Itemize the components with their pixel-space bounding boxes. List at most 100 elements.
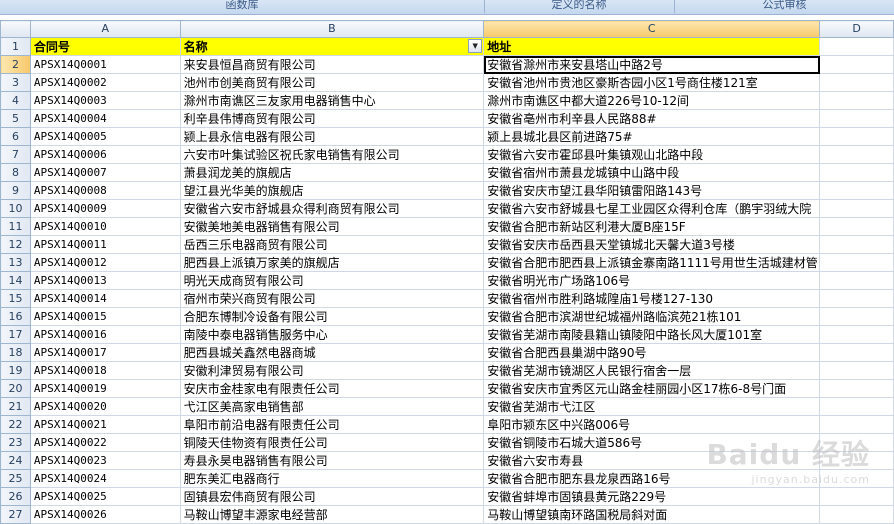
cell-contract-no[interactable]: APSX14Q0016 — [29, 325, 181, 344]
row-header[interactable]: 2 — [0, 55, 31, 74]
cell-d[interactable] — [819, 109, 894, 128]
row-header[interactable]: 20 — [0, 379, 31, 398]
cell-address[interactable]: 安徽省六安市舒城县七星工业园区众得利仓库（鹏宇羽绒大院 — [483, 199, 821, 218]
cell-d[interactable] — [819, 415, 894, 434]
cell-d[interactable] — [819, 361, 894, 380]
cell-contract-no[interactable]: APSX14Q0013 — [29, 271, 181, 290]
cell-d[interactable] — [819, 307, 894, 326]
cell-address[interactable]: 安徽省安庆市宜秀区元山路金桂丽园小区17栋6-8号门面 — [483, 379, 821, 398]
cell-contract-no[interactable]: APSX14Q0025 — [29, 487, 181, 506]
cell-contract-no[interactable]: APSX14Q0008 — [29, 181, 181, 200]
cell-contract-no[interactable]: APSX14Q0010 — [29, 217, 181, 236]
cell-contract-no[interactable]: APSX14Q0006 — [29, 145, 181, 164]
cell-name[interactable]: 铜陵天佳物资有限责任公司 — [179, 433, 485, 452]
cell-contract-no[interactable]: APSX14Q0019 — [29, 379, 181, 398]
column-header-c[interactable]: C — [483, 20, 821, 38]
cell-d[interactable] — [819, 235, 894, 254]
row-header[interactable]: 3 — [0, 73, 31, 92]
row-header[interactable]: 17 — [0, 325, 31, 344]
cell-name[interactable]: 池州市创美商贸有限公司 — [179, 73, 485, 92]
cell-address[interactable]: 安徽省芜湖市南陵县籍山镇陵阳中路长风大厦101室 — [483, 325, 821, 344]
cell-contract-no[interactable]: APSX14Q0009 — [29, 199, 181, 218]
cell-d[interactable] — [819, 73, 894, 92]
cell-address[interactable]: 安徽省合肥西县巢湖中路90号 — [483, 343, 821, 362]
cell-contract-no[interactable]: APSX14Q0007 — [29, 163, 181, 182]
cell-name[interactable]: 固镇县宏伟商贸有限公司 — [179, 487, 485, 506]
row-header[interactable]: 9 — [0, 181, 31, 200]
row-header[interactable]: 18 — [0, 343, 31, 362]
cell-name[interactable]: 萧县润龙美的旗舰店 — [179, 163, 485, 182]
cell-address[interactable]: 颍上县城北县区前进路75# — [483, 127, 821, 146]
row-header[interactable]: 16 — [0, 307, 31, 326]
cell-d[interactable] — [819, 379, 894, 398]
header-cell-address[interactable]: 地址 — [483, 37, 821, 56]
cell-contract-no[interactable]: APSX14Q0011 — [29, 235, 181, 254]
cell-contract-no[interactable]: APSX14Q0026 — [29, 505, 181, 524]
cell-name[interactable]: 望江县光华美的旗舰店 — [179, 181, 485, 200]
cell-name[interactable]: 安徽利津贸易有限公司 — [179, 361, 485, 380]
filter-dropdown-icon[interactable]: ▼ — [468, 39, 483, 53]
cell-contract-no[interactable]: APSX14Q0015 — [29, 307, 181, 326]
ribbon-group-function-library[interactable]: 函数库 — [0, 0, 485, 13]
row-header[interactable]: 13 — [0, 253, 31, 272]
cell-contract-no[interactable]: APSX14Q0012 — [29, 253, 181, 272]
row-header[interactable]: 6 — [0, 127, 31, 146]
row-header[interactable]: 27 — [0, 505, 31, 524]
cell-name[interactable]: 六安市叶集试验区祝氏家电销售有限公司 — [179, 145, 485, 164]
cell-name[interactable]: 南陵中泰电器销售服务中心 — [179, 325, 485, 344]
cell-address[interactable]: 安徽省芜湖市弋江区 — [483, 397, 821, 416]
row-header[interactable]: 19 — [0, 361, 31, 380]
header-cell-contract-no[interactable]: 合同号 — [29, 37, 181, 56]
cell-name[interactable]: 阜阳市前沿电器有限责任公司 — [179, 415, 485, 434]
column-header-b[interactable]: B — [179, 20, 485, 38]
cell-d[interactable] — [819, 343, 894, 362]
cell-contract-no[interactable]: APSX14Q0023 — [29, 451, 181, 470]
cell-address[interactable]: 安徽省蚌埠市固镇县黄元路229号 — [483, 487, 821, 506]
cell-d[interactable] — [819, 289, 894, 308]
row-header[interactable]: 24 — [0, 451, 31, 470]
cell-contract-no[interactable]: APSX14Q0020 — [29, 397, 181, 416]
cell-d[interactable] — [819, 181, 894, 200]
cell-address[interactable]: 安徽省合肥市新站区利港大厦B座15F — [483, 217, 821, 236]
cell-name[interactable]: 来安县恒昌商贸有限公司 — [179, 55, 485, 74]
cell-address[interactable]: 安徽省合肥市肥西县上派镇金寨南路1111号用世生活城建材管 — [483, 253, 821, 272]
row-header[interactable]: 11 — [0, 217, 31, 236]
cell-address[interactable]: 马鞍山博望镇南环路国税局斜对面 — [483, 505, 821, 524]
column-header-d[interactable]: D — [819, 20, 894, 38]
cell-name[interactable]: 安徽省六安市舒城县众得利商贸有限公司 — [179, 199, 485, 218]
cell-name[interactable]: 弋江区美高家电销售部 — [179, 397, 485, 416]
cell-d[interactable] — [819, 505, 894, 524]
cell-contract-no[interactable]: APSX14Q0005 — [29, 127, 181, 146]
cell-name[interactable]: 颍上县永信电器有限公司 — [179, 127, 485, 146]
cell-contract-no[interactable]: APSX14Q0024 — [29, 469, 181, 488]
cell-name[interactable]: 肥西县城关鑫然电器商城 — [179, 343, 485, 362]
cell-address[interactable]: 安徽省六安市霍邱县叶集镇观山北路中段 — [483, 145, 821, 164]
cell-contract-no[interactable]: APSX14Q0003 — [29, 91, 181, 110]
cell-name[interactable]: 合肥东博制冷设备有限公司 — [179, 307, 485, 326]
row-header[interactable]: 5 — [0, 109, 31, 128]
row-header[interactable]: 4 — [0, 91, 31, 110]
cell-d[interactable] — [819, 217, 894, 236]
active-cell-address[interactable]: 安徽省滁州市来安县塔山中路2号 — [483, 55, 821, 74]
cell-d[interactable] — [819, 271, 894, 290]
row-header[interactable]: 25 — [0, 469, 31, 488]
cell-name[interactable]: 利辛县伟博商贸有限公司 — [179, 109, 485, 128]
cell-d[interactable] — [819, 55, 894, 74]
row-header[interactable]: 8 — [0, 163, 31, 182]
ribbon-group-formula-auditing[interactable]: 公式审核 — [675, 0, 894, 13]
cell-address[interactable]: 安徽省安庆市望江县华阳镇雷阳路143号 — [483, 181, 821, 200]
cell-name[interactable]: 宿州市荣兴商贸有限公司 — [179, 289, 485, 308]
cell-address[interactable]: 安徽省明光市广场路106号 — [483, 271, 821, 290]
cell-d[interactable] — [819, 163, 894, 182]
cell-address[interactable]: 安徽省宿州市萧县龙城镇中山路中段 — [483, 163, 821, 182]
cell-contract-no[interactable]: APSX14Q0017 — [29, 343, 181, 362]
cell-d[interactable] — [819, 397, 894, 416]
cell-address[interactable]: 安徽省池州市贵池区豪斯杏园小区1号商住楼121室 — [483, 73, 821, 92]
ribbon-group-defined-names[interactable]: 定义的名称 — [484, 0, 675, 13]
cell-name[interactable]: 寿县永昊电器销售有限公司 — [179, 451, 485, 470]
cell-name[interactable]: 肥西县上派镇万家美的旗舰店 — [179, 253, 485, 272]
row-header[interactable]: 21 — [0, 397, 31, 416]
row-header[interactable]: 15 — [0, 289, 31, 308]
cell-name[interactable]: 安徽美地美电器销售有限公司 — [179, 217, 485, 236]
row-header[interactable]: 12 — [0, 235, 31, 254]
